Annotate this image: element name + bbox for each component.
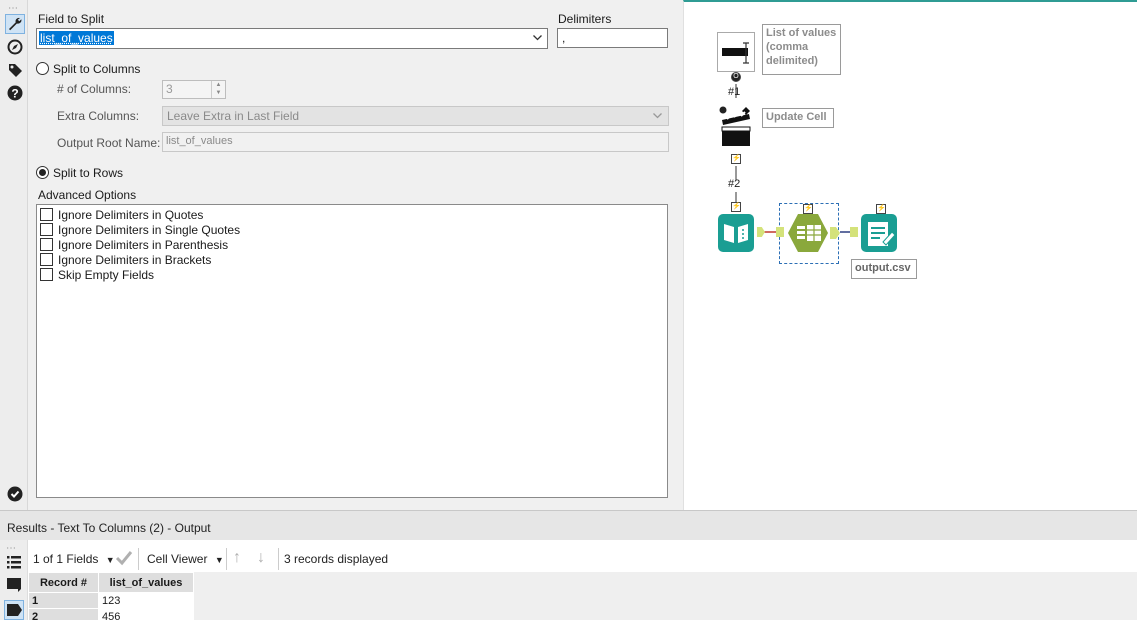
option-label: Ignore Delimiters in Quotes [58,207,204,222]
field-to-split-select[interactable]: list_of_values [36,28,548,49]
chevron-down-icon [652,110,663,124]
list-item[interactable]: Ignore Delimiters in Single Quotes [39,222,667,237]
results-title: Results - Text To Columns (2) - Output [7,521,211,535]
output-root-name-label: Output Root Name: [57,136,161,150]
tag-icon[interactable] [5,60,25,80]
split-to-rows-label[interactable]: Split to Rows [53,166,123,180]
fields-dropdown-label: 1 of 1 Fields [33,552,99,566]
config-icon-rail: ⋯ ? [0,0,28,510]
caret-down-icon: ▼ [214,555,224,565]
checkbox[interactable] [40,253,53,266]
connection-lines [735,84,850,233]
extra-columns-select[interactable]: Leave Extra in Last Field [162,106,669,126]
field-to-split-label: Field to Split [38,12,105,26]
extra-columns-value: Leave Extra in Last Field [167,109,300,123]
svg-text:?: ? [11,87,18,101]
output-annotation[interactable]: output.csv [851,259,917,279]
advanced-options-label: Advanced Options [38,188,137,202]
split-to-columns-radio[interactable] [36,62,49,75]
records-count: 3 records displayed [284,552,389,566]
table-row[interactable]: 2 456 [28,608,194,620]
num-columns-stepper[interactable]: 3 ▲ ▼ [162,80,226,99]
text-input-tool[interactable] [717,32,755,72]
input-data-tool[interactable] [718,214,754,252]
output-root-name-input[interactable]: list_of_values [162,132,669,152]
list-view-icon[interactable] [6,554,22,573]
checkbox[interactable] [40,238,53,251]
field-to-split-value: list_of_values [39,31,114,45]
arrow-down-icon[interactable]: ↓ [257,549,265,567]
update-cell-annotation[interactable]: Update Cell [762,108,834,128]
checkmark-icon[interactable] [115,550,133,569]
delimiters-input[interactable]: , [557,28,668,48]
grip-icon: ⋯ [6,543,16,554]
grip-icon: ⋯ [8,3,19,14]
text-input-annotation[interactable]: List of values (comma delimited) [762,24,841,75]
split-to-columns-label[interactable]: Split to Columns [53,62,140,76]
num-columns-value: 3 [166,82,173,96]
caret-down-icon: ▼ [105,555,115,565]
results-toolbar: 1 of 1 Fields ▼ Cell Viewer ▼ ↑ ↓ 3 reco… [28,542,1137,574]
value-cell[interactable]: 123 [98,592,194,609]
option-label: Ignore Delimiters in Brackets [58,252,212,267]
results-header: Results - Text To Columns (2) - Output [0,510,1137,540]
column-header-list-of-values[interactable]: list_of_values [98,572,194,593]
checkbox[interactable] [40,208,53,221]
record-number-cell: 2 [28,608,99,620]
split-to-rows-radio[interactable] [36,166,49,179]
results-pane: ⋯ 1 of 1 Fields ▼ Cell Viewer ▼ ↑ ↓ 3 re… [0,540,1137,620]
results-table: Record # list_of_values 1 123 2 456 [28,572,194,620]
stepper-arrows-icon[interactable]: ▲ ▼ [211,81,225,98]
tool-configuration-panel: Field to Split Delimiters list_of_values… [29,0,679,510]
lightning-icon: ⚡ [876,204,886,214]
lightning-icon: ⚡ [731,202,741,212]
record-number-cell: 1 [28,592,99,609]
output-anchor-icon[interactable]: O [731,72,741,82]
messages-icon[interactable] [6,577,22,596]
divider [226,548,227,570]
wrench-icon[interactable] [5,14,25,34]
connection-label: #2 [728,178,741,190]
results-icon-rail: ⋯ [0,540,28,620]
input-anchor-icon[interactable] [776,227,784,237]
table-row[interactable]: 1 123 [28,592,194,609]
option-label: Skip Empty Fields [58,267,155,282]
list-item[interactable]: Ignore Delimiters in Parenthesis [39,237,667,252]
advanced-options-list: Ignore Delimiters in Quotes Ignore Delim… [36,204,668,498]
data-view-icon[interactable] [4,600,24,620]
divider [138,548,139,570]
fields-dropdown[interactable]: 1 of 1 Fields ▼ [33,552,115,566]
lightning-icon: ⚡ [803,204,813,214]
cell-viewer-dropdown[interactable]: Cell Viewer ▼ [147,552,224,566]
value-cell[interactable]: 456 [98,608,194,620]
cell-viewer-label: Cell Viewer [147,552,208,566]
help-icon[interactable]: ? [5,83,25,103]
option-label: Ignore Delimiters in Parenthesis [58,237,229,252]
output-data-tool[interactable] [861,214,897,252]
arrow-up-icon[interactable]: ↑ [233,549,241,567]
divider [278,548,279,570]
input-anchor-icon[interactable] [850,227,858,237]
chevron-down-icon [532,32,543,46]
num-columns-label: # of Columns: [57,82,132,96]
results-grid: Record # list_of_values 1 123 2 456 [28,572,1137,620]
delimiters-label: Delimiters [558,12,612,26]
workflow-canvas[interactable]: List of values (comma delimited) O #1 Up… [683,0,1137,510]
column-header-record[interactable]: Record # [28,572,99,593]
dynamic-input-tool[interactable] [719,106,755,148]
list-item[interactable]: Ignore Delimiters in Brackets [39,252,667,267]
lightning-icon: ⚡ [731,154,741,164]
check-circle-icon[interactable] [5,484,25,504]
compass-icon[interactable] [5,37,25,57]
list-item[interactable]: Skip Empty Fields [39,267,667,282]
connection-label: #1 [728,86,741,98]
list-item[interactable]: Ignore Delimiters in Quotes [39,207,667,222]
table-header-row: Record # list_of_values [28,572,194,593]
checkbox[interactable] [40,268,53,281]
extra-columns-label: Extra Columns: [57,109,140,123]
checkbox[interactable] [40,223,53,236]
option-label: Ignore Delimiters in Single Quotes [58,222,241,237]
